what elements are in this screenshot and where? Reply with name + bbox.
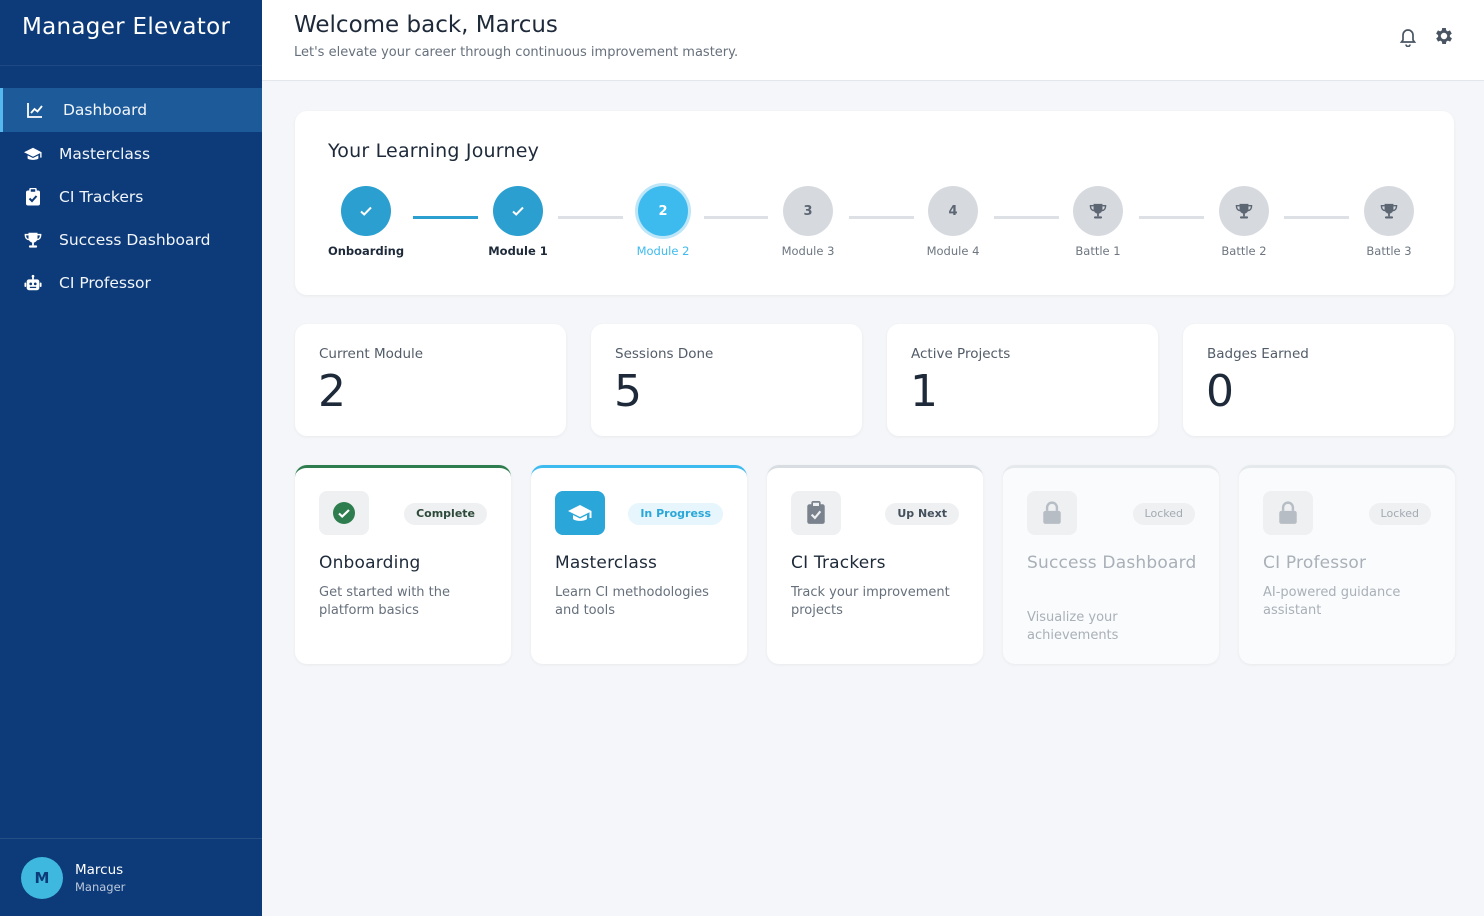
stat-card-current-module: Current Module 2 [295,324,566,436]
stat-label: Active Projects [911,346,1011,362]
stat-card-badges-earned: Badges Earned 0 [1183,324,1454,436]
check-circle-icon [319,491,369,535]
avatar: M [21,856,63,899]
user-name: Marcus [75,861,124,878]
module-title: CI Professor [1263,553,1367,573]
learning-journey: Your Learning Journey Onboarding Module … [295,111,1454,295]
journey-step-module-4[interactable]: 4 Module 4 [903,186,1003,258]
module-title: Onboarding [319,553,421,573]
step-label: Module 3 [781,244,835,258]
graduation-cap-icon [555,491,605,535]
sidebar-item-success-dashboard[interactable]: Success Dashboard [0,218,262,261]
status-badge: Up Next [885,503,959,525]
stat-card-active-projects: Active Projects 1 [887,324,1158,436]
module-card-onboarding[interactable]: Complete Onboarding Get started with the… [295,465,511,664]
step-label: Onboarding [327,244,405,258]
module-description: AI-powered guidance assistant [1263,585,1401,618]
journey-step-onboarding[interactable]: Onboarding [316,186,416,258]
chart-line-icon [24,99,46,121]
journey-step-module-3[interactable]: 3 Module 3 [758,186,858,258]
user-profile[interactable]: M Marcus Manager [0,838,262,916]
module-title: Success Dashboard [1027,553,1197,573]
stat-label: Badges Earned [1207,346,1309,362]
step-label: Battle 3 [1366,244,1412,258]
stat-value: 2 [318,366,346,417]
stat-value: 5 [614,366,642,417]
module-card-ci-professor[interactable]: Locked CI Professor AI-powered guidance … [1239,465,1455,664]
robot-icon [22,272,44,294]
clipboard-check-icon [22,186,44,208]
step-label: Module 2 [636,244,690,258]
trophy-icon [1364,186,1414,236]
sidebar-item-masterclass[interactable]: Masterclass [0,132,262,175]
status-badge: In Progress [628,503,723,525]
module-card-success-dashboard[interactable]: Locked Success Dashboard Visualize your … [1003,465,1219,664]
graduation-cap-icon [22,143,44,165]
stat-value: 0 [1206,366,1234,417]
step-label: Module 4 [926,244,980,258]
step-label: Battle 2 [1221,244,1267,258]
journey-step-module-1[interactable]: Module 1 [468,186,568,258]
user-role: Manager [75,879,126,894]
module-card-masterclass[interactable]: In Progress Masterclass Learn CI methodo… [531,465,747,664]
status-badge: Locked [1368,503,1431,525]
bell-icon[interactable] [1397,25,1419,48]
gear-icon[interactable] [1433,25,1455,47]
sidebar-item-ci-trackers[interactable]: CI Trackers [0,175,262,218]
module-title: CI Trackers [791,553,886,573]
status-badge: Locked [1132,503,1195,525]
stat-card-sessions-done: Sessions Done 5 [591,324,862,436]
step-marker: 4 [928,186,978,236]
stat-value: 1 [910,366,938,417]
app-title: Manager Elevator [0,0,262,66]
check-icon [493,186,543,236]
step-label: Battle 1 [1075,244,1121,258]
lock-icon [1263,491,1313,535]
module-title: Masterclass [555,553,658,573]
journey-title: Your Learning Journey [328,140,540,162]
check-icon [341,186,391,236]
header: Welcome back, Marcus Let's elevate your … [262,0,1484,81]
sidebar-item-label: Dashboard [63,101,148,119]
journey-step-battle-3[interactable]: Battle 3 [1339,186,1439,258]
step-label: Module 1 [488,244,548,258]
module-description: Learn CI methodologies and tools [555,585,709,618]
trophy-icon [1073,186,1123,236]
step-marker: 3 [783,186,833,236]
clipboard-check-icon [791,491,841,535]
sidebar-item-label: CI Trackers [59,187,144,206]
module-card-ci-trackers[interactable]: Up Next CI Trackers Track your improveme… [767,465,983,664]
sidebar-item-ci-professor[interactable]: CI Professor [0,261,262,304]
module-description: Visualize your achievements [1027,610,1119,643]
stat-label: Current Module [319,346,424,362]
trophy-icon [22,229,44,251]
module-description: Track your improvement projects [791,585,950,618]
sidebar-item-label: Success Dashboard [59,230,211,249]
page-title: Welcome back, Marcus [294,12,558,38]
lock-icon [1027,491,1077,535]
module-description: Get started with the platform basics [319,585,451,618]
journey-step-module-2[interactable]: 2 Module 2 [613,186,713,258]
trophy-icon [1219,186,1269,236]
sidebar-nav: Dashboard Masterclass CI Trackers Succes… [0,88,262,304]
sidebar: Manager Elevator Dashboard Masterclass C… [0,0,262,916]
sidebar-item-dashboard[interactable]: Dashboard [0,88,262,132]
page-subtitle: Let's elevate your career through contin… [294,45,739,60]
journey-step-battle-2[interactable]: Battle 2 [1194,186,1294,258]
sidebar-item-label: CI Professor [59,273,151,292]
sidebar-item-label: Masterclass [59,144,151,163]
status-badge: Complete [404,503,487,525]
journey-step-battle-1[interactable]: Battle 1 [1048,186,1148,258]
stat-label: Sessions Done [615,346,714,362]
step-marker: 2 [638,186,688,236]
